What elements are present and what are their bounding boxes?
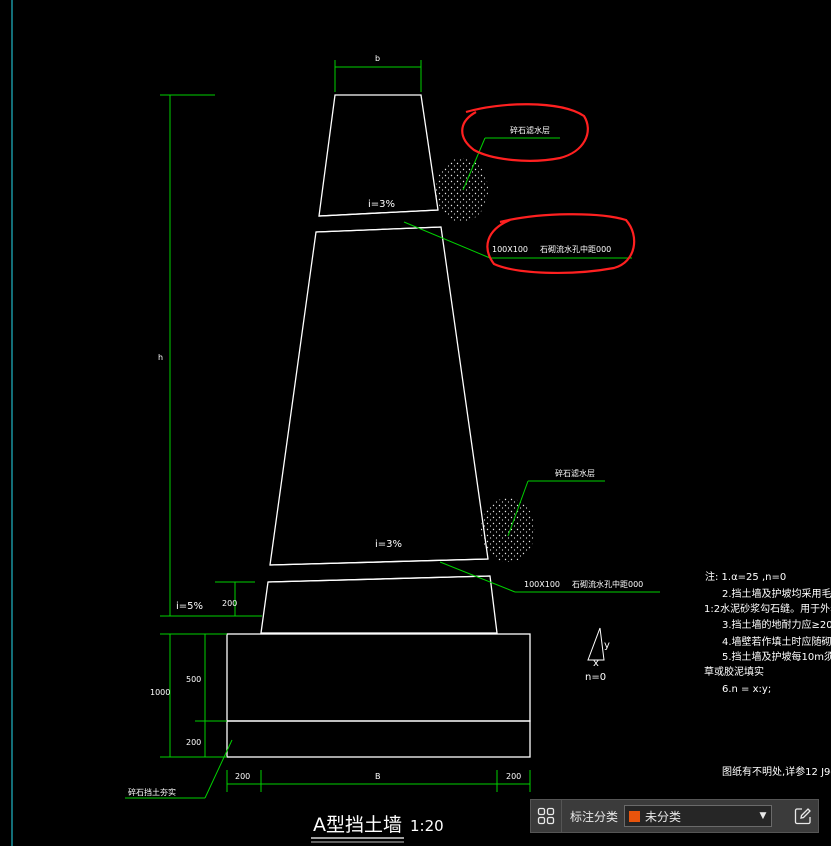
- dim-top-label: b: [375, 54, 380, 63]
- cad-drawing-canvas[interactable]: b h 200 i=5% 1000 500 200 200 B 200 碎石挡土…: [0, 0, 831, 846]
- wall-body-lower: [260, 575, 498, 634]
- grid-icon: [537, 807, 555, 825]
- dim-500-label: 500: [186, 675, 201, 684]
- hole-upper-text: 石砌流水孔中距000: [540, 244, 611, 254]
- cad-viewport[interactable]: b h 200 i=5% 1000 500 200 200 B 200 碎石挡土…: [0, 0, 831, 846]
- hole-lower-text: 石砌流水孔中距000: [572, 579, 643, 589]
- dim-bottom-center-label: B: [375, 772, 381, 781]
- axis-n-label: n=0: [585, 672, 606, 683]
- weep-band-upper: [318, 209, 439, 217]
- dim-bottom-right-label: 200: [506, 772, 521, 781]
- axis-x-label: x: [593, 658, 599, 669]
- category-dropdown[interactable]: 未分类 ▼: [624, 805, 773, 827]
- weep-band-lower-2: [267, 575, 491, 583]
- foundation-stone: [226, 633, 531, 722]
- note-line-3: 1:2水泥砂浆勾石缝。用于外表: [704, 602, 831, 615]
- wall-body-middle: [269, 226, 489, 566]
- drawing-scale: 1:20: [410, 817, 444, 835]
- drawing-title: A型挡土墙: [313, 814, 402, 836]
- hole-upper-leader: [403, 221, 491, 259]
- weep-band-lower: [269, 558, 489, 566]
- axis-y-label: y: [604, 640, 610, 651]
- slope-left-label: i=5%: [176, 601, 203, 612]
- dim-bottom-left-label: 200: [235, 772, 250, 781]
- annotation-category-label: 标注分类: [570, 809, 619, 824]
- edit-button[interactable]: [788, 800, 818, 832]
- note-line-1: 注: 1.α=25 ,n=0: [705, 570, 786, 583]
- category-selected-value: 未分类: [645, 809, 682, 824]
- dim-200-upper-label: 200: [222, 599, 237, 608]
- note-line-6: 5.挡土墙及护坡每10m须留: [722, 650, 831, 663]
- category-color-swatch: [629, 810, 641, 822]
- slope-upper-label: i=3%: [368, 199, 395, 210]
- markup-circle-lower: [486, 213, 636, 275]
- annotation-toolbar: 标注分类 未分类 ▼: [530, 799, 819, 833]
- slope-symbol-icon: [587, 627, 605, 661]
- drain-layer-upper-label: 碎石滤水层: [510, 125, 550, 135]
- hole-lower-size: 100X100: [524, 580, 560, 589]
- foundation-gravel: [226, 720, 531, 758]
- note-line-2: 2.挡土墙及护坡均采用毛石: [722, 587, 831, 600]
- gravel-filter-lower: [481, 498, 535, 562]
- note-footer: 图纸有不明处,详参12 J9-: [722, 765, 831, 778]
- note-line-8: 6.n = x:y;: [722, 684, 771, 695]
- dim-h-label: h: [158, 353, 163, 362]
- note-line-4: 3.挡土墙的地耐力应≥20: [722, 618, 831, 631]
- dim-1000-label: 1000: [150, 688, 170, 697]
- note-line-5: 4.墙壁若作填土时应随砌随: [722, 635, 831, 648]
- note-line-7: 草或胶泥填实: [704, 665, 764, 678]
- foundation-label: 碎石挡土夯实: [128, 787, 176, 797]
- grid-button[interactable]: [531, 800, 562, 832]
- edit-icon: [794, 808, 811, 825]
- dim-200-lower-label: 200: [186, 738, 201, 747]
- gravel-filter-upper: [436, 158, 488, 222]
- slope-lower-label: i=3%: [375, 539, 402, 550]
- chevron-down-icon: ▼: [759, 811, 767, 821]
- hole-upper-size: 100X100: [492, 245, 528, 254]
- wall-body-upper: [318, 94, 439, 217]
- drain-layer-lower-label: 碎石滤水层: [555, 468, 595, 478]
- foundation-leader: [204, 739, 233, 799]
